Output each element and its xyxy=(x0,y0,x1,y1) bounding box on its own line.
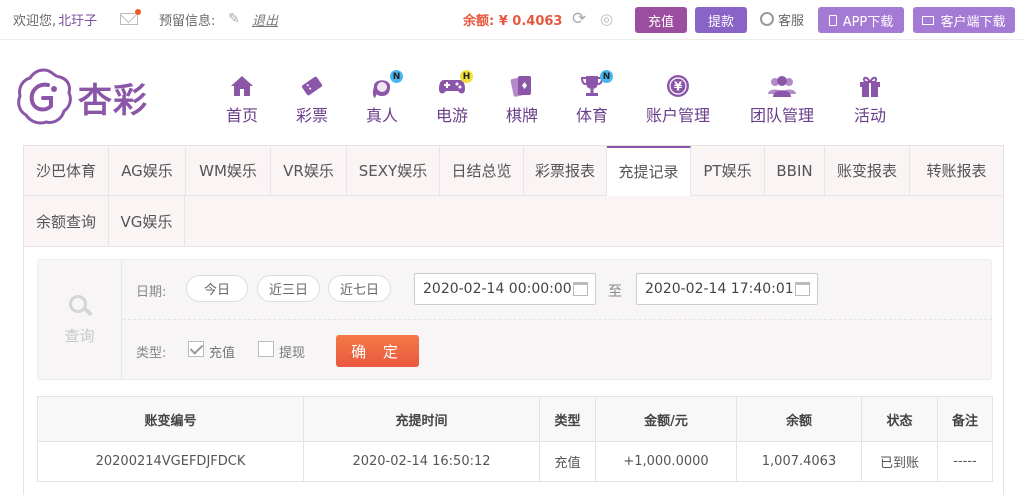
type-withdraw-checkbox[interactable] xyxy=(258,341,274,357)
site-logo[interactable]: 杏彩 xyxy=(14,67,148,127)
new-badge: N xyxy=(390,70,403,83)
reserve-info-label: 预留信息: xyxy=(159,13,216,29)
tab-wm[interactable]: WM娱乐 xyxy=(186,146,271,196)
query-box: 查询 日期: 今日 近三日 近七日 2020-02-14 00:00:00 至 … xyxy=(37,259,992,380)
query-side-label: 查询 xyxy=(64,327,95,345)
cell-type: 充值 xyxy=(539,441,596,482)
gift-icon xyxy=(855,73,885,99)
live-dealer-icon: N xyxy=(367,70,403,99)
nav-team[interactable]: 团队管理 xyxy=(750,73,814,126)
withdraw-button[interactable]: 提款 xyxy=(695,7,747,33)
edit-icon[interactable]: ✎ xyxy=(228,0,240,38)
username-link[interactable]: 北玗子 xyxy=(58,10,97,29)
table-header-row: 账变编号 充提时间 类型 金额/元 余额 状态 备注 xyxy=(37,396,993,442)
calendar-icon xyxy=(573,282,588,296)
new-badge: N xyxy=(600,70,613,83)
phone-icon xyxy=(828,14,837,26)
top-bar: 欢迎您, 北玗子 预留信息: ✎ 退出 余额: ¥ 0.4063 ⟳ ◎ 充值 … xyxy=(0,0,1024,40)
start-date-input[interactable]: 2020-02-14 00:00:00 xyxy=(414,273,596,305)
col-type: 类型 xyxy=(539,396,596,442)
type-withdraw-label: 提现 xyxy=(279,346,306,361)
logo-text: 杏彩 xyxy=(78,80,148,121)
nav-sports[interactable]: N 体育 xyxy=(576,70,613,126)
range-today-button[interactable]: 今日 xyxy=(186,275,248,302)
nav-account[interactable]: ¥ 账户管理 xyxy=(646,73,710,126)
query-side: 查询 xyxy=(38,260,122,379)
refresh-icon[interactable]: ⟳ xyxy=(572,0,586,38)
nav-egames[interactable]: H 电游 xyxy=(436,70,473,126)
end-date-input[interactable]: 2020-02-14 17:40:01 xyxy=(636,273,818,305)
svg-text:¥: ¥ xyxy=(674,80,683,94)
col-balance: 余额 xyxy=(736,396,862,442)
col-remark: 备注 xyxy=(937,396,993,442)
nav-activity[interactable]: 活动 xyxy=(854,73,886,126)
cell-amount: +1,000.0000 xyxy=(595,441,737,482)
nav-home[interactable]: 首页 xyxy=(226,73,258,126)
tab-sexy[interactable]: SEXY娱乐 xyxy=(347,146,440,196)
date-label: 日期: xyxy=(136,285,167,300)
cell-balance: 1,007.4063 xyxy=(736,441,862,482)
nav-live[interactable]: N 真人 xyxy=(366,70,403,126)
gamepad-icon: H xyxy=(437,70,473,99)
tab-pt[interactable]: PT娱乐 xyxy=(691,146,765,196)
calendar-icon xyxy=(795,282,810,296)
tab-bbin[interactable]: BBIN xyxy=(765,146,825,196)
tab-saba-sports[interactable]: 沙巴体育 xyxy=(24,146,109,196)
range-3days-button[interactable]: 近三日 xyxy=(257,275,320,302)
to-label: 至 xyxy=(608,284,622,300)
logo-mark-icon xyxy=(17,68,72,125)
logout-link[interactable]: 退出 xyxy=(252,0,278,38)
confirm-button[interactable]: 确 定 xyxy=(336,335,419,367)
tab-ag[interactable]: AG娱乐 xyxy=(109,146,186,196)
range-7days-button[interactable]: 近七日 xyxy=(328,275,391,302)
tab-daily-summary[interactable]: 日结总览 xyxy=(440,146,524,196)
tab-transfer-report[interactable]: 转账报表 xyxy=(910,146,1003,196)
customer-service-icon xyxy=(760,12,774,26)
recharge-button[interactable]: 充值 xyxy=(635,7,687,33)
cell-time: 2020-02-14 16:50:12 xyxy=(303,441,540,482)
cell-remark: ----- xyxy=(937,441,993,482)
type-recharge-label: 充值 xyxy=(209,346,236,361)
type-label: 类型: xyxy=(136,346,167,361)
col-status: 状态 xyxy=(861,396,938,442)
customer-service-link[interactable]: 客服 xyxy=(760,0,804,38)
balance-text: 余额: ¥ 0.4063 xyxy=(463,13,563,29)
magnifier-icon xyxy=(67,293,93,319)
client-download-button[interactable]: 客户端下载 xyxy=(913,7,1015,33)
tab-vr[interactable]: VR娱乐 xyxy=(271,146,347,196)
mail-icon[interactable] xyxy=(120,0,141,38)
cell-transaction-id: 20200214VGEFDJFDCK xyxy=(37,441,304,482)
welcome-text: 欢迎您, 北玗子 xyxy=(13,0,97,38)
hot-badge: H xyxy=(460,70,473,83)
monitor-icon xyxy=(922,15,935,25)
tab-balance-query[interactable]: 余额查询 xyxy=(24,196,109,246)
col-transaction-id: 账变编号 xyxy=(37,396,304,442)
site-header: 杏彩 首页 彩票 N 真人 H 电游 棋牌 N 体育 ¥ 账户管理 团队管理 活… xyxy=(0,41,1024,144)
ticket-icon xyxy=(297,73,327,99)
hide-balance-icon[interactable]: ◎ xyxy=(600,0,613,38)
tab-vg[interactable]: VG娱乐 xyxy=(109,196,185,246)
table-row: 20200214VGEFDJFDCK 2020-02-14 16:50:12 充… xyxy=(37,441,993,482)
date-row: 日期: 今日 近三日 近七日 2020-02-14 00:00:00 至 202… xyxy=(123,260,992,320)
col-amount: 金额/元 xyxy=(595,396,737,442)
nav-cards[interactable]: 棋牌 xyxy=(506,73,538,126)
trophy-icon: N xyxy=(577,70,613,99)
tab-account-change-report[interactable]: 账变报表 xyxy=(825,146,910,196)
yen-coin-icon: ¥ xyxy=(663,73,693,99)
tab-deposit-withdraw-records[interactable]: 充提记录 xyxy=(607,146,691,196)
home-icon xyxy=(227,73,257,99)
main-panel: 沙巴体育 AG娱乐 WM娱乐 VR娱乐 SEXY娱乐 日结总览 彩票报表 充提记… xyxy=(23,145,1004,495)
tab-lottery-report[interactable]: 彩票报表 xyxy=(524,146,607,196)
report-tabs: 沙巴体育 AG娱乐 WM娱乐 VR娱乐 SEXY娱乐 日结总览 彩票报表 充提记… xyxy=(24,146,1003,247)
team-icon xyxy=(767,73,797,99)
app-download-button[interactable]: APP下载 xyxy=(818,7,904,33)
notification-dot xyxy=(135,9,141,15)
type-recharge-checkbox[interactable] xyxy=(188,341,204,357)
cards-icon xyxy=(507,73,537,99)
cell-status: 已到账 xyxy=(861,441,938,482)
nav-lottery[interactable]: 彩票 xyxy=(296,73,328,126)
col-time: 充提时间 xyxy=(303,396,540,442)
records-table: 账变编号 充提时间 类型 金额/元 余额 状态 备注 20200214VGEFD… xyxy=(37,396,993,482)
